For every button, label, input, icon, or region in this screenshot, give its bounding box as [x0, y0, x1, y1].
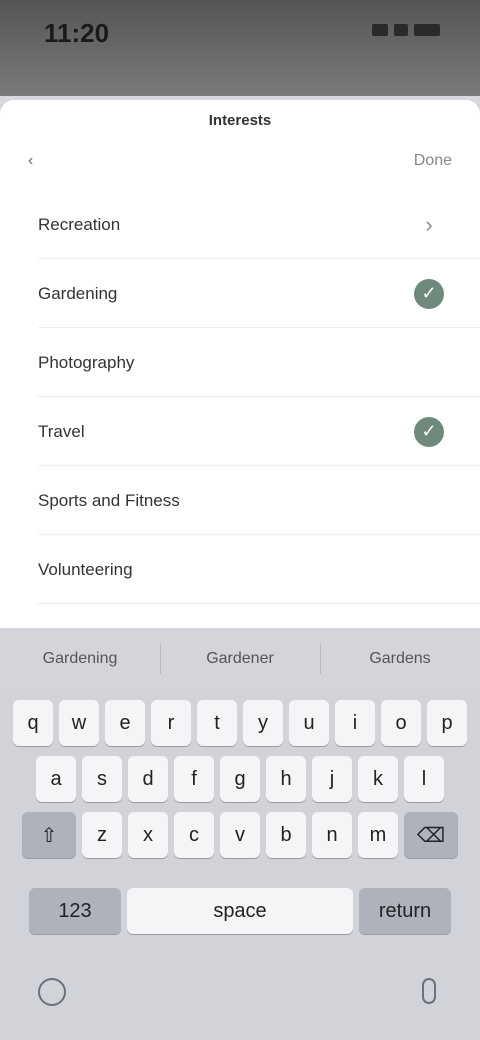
key[interactable]: m [358, 812, 398, 858]
interest-list: Recreation › Gardening ✓ Photography Tra… [0, 190, 480, 604]
key[interactable]: w [59, 700, 99, 746]
signal-icon [372, 24, 388, 36]
back-button[interactable]: ‹ [28, 152, 33, 170]
done-button[interactable]: Done [414, 152, 452, 170]
space-key[interactable]: space [127, 888, 353, 934]
list-item[interactable]: Gardening ✓ [0, 259, 480, 328]
key[interactable]: z [82, 812, 122, 858]
key[interactable]: k [358, 756, 398, 802]
key[interactable]: i [335, 700, 375, 746]
key[interactable]: e [105, 700, 145, 746]
key[interactable]: l [404, 756, 444, 802]
key[interactable]: b [266, 812, 306, 858]
key[interactable]: s [82, 756, 122, 802]
list-item[interactable]: Photography [0, 328, 480, 397]
key[interactable]: x [128, 812, 168, 858]
key[interactable]: h [266, 756, 306, 802]
key[interactable]: r [151, 700, 191, 746]
list-item[interactable]: Recreation › [0, 190, 480, 259]
microphone-icon[interactable] [422, 978, 436, 1004]
key[interactable]: y [243, 700, 283, 746]
key[interactable]: g [220, 756, 260, 802]
unchecked-icon [414, 486, 444, 516]
suggestion-bar: Gardening Gardener Gardens [0, 628, 480, 690]
key[interactable]: f [174, 756, 214, 802]
key[interactable]: o [381, 700, 421, 746]
list-item[interactable]: Travel ✓ [0, 397, 480, 466]
sheet-title: Interests [208, 112, 272, 129]
key[interactable]: t [197, 700, 237, 746]
key[interactable]: p [427, 700, 467, 746]
suggestion[interactable]: Gardens [320, 644, 480, 674]
status-time: 11:20 [44, 18, 110, 48]
key-row-2: a s d f g h j k l [0, 756, 480, 802]
list-item-label: Recreation [38, 214, 121, 234]
status-icons [372, 24, 440, 36]
wifi-icon [394, 24, 408, 36]
key[interactable]: v [220, 812, 260, 858]
list-item[interactable]: Volunteering [0, 535, 480, 604]
status-bar: 11:20 [0, 0, 480, 96]
list-item-label: Travel [38, 421, 85, 441]
globe-icon[interactable] [38, 978, 66, 1006]
interests-sheet: Interests ‹ Done Recreation › Gardening … [0, 100, 480, 628]
unchecked-icon [414, 348, 444, 378]
key[interactable]: a [36, 756, 76, 802]
suggestion[interactable]: Gardener [160, 644, 320, 674]
key-row-1: q w e r t y u i o p [0, 700, 480, 746]
unchecked-icon [414, 555, 444, 585]
key[interactable]: n [312, 812, 352, 858]
key[interactable]: c [174, 812, 214, 858]
checkmark-icon: ✓ [414, 416, 444, 447]
key[interactable]: j [312, 756, 352, 802]
chevron-right-icon: › [425, 211, 433, 237]
battery-icon [414, 24, 440, 36]
list-item-label: Sports and Fitness [38, 490, 180, 510]
key-row-4: 123 space return [0, 888, 480, 934]
list-item-label: Photography [38, 352, 135, 372]
suggestion[interactable]: Gardening [0, 650, 160, 668]
key[interactable]: d [128, 756, 168, 802]
shift-key[interactable]: ⇧ [22, 812, 76, 858]
numbers-key[interactable]: 123 [29, 888, 121, 934]
key[interactable]: u [289, 700, 329, 746]
keyboard: Gardening Gardener Gardens q w e r t y u… [0, 628, 480, 1040]
return-key[interactable]: return [359, 888, 451, 934]
list-item[interactable]: Sports and Fitness [0, 466, 480, 535]
delete-key[interactable]: ⌫ [404, 812, 458, 858]
checkmark-icon: ✓ [414, 278, 444, 309]
key-row-3: ⇧ z x c v b n m ⌫ [0, 812, 480, 858]
list-item-label: Gardening [38, 283, 118, 303]
key[interactable]: q [13, 700, 53, 746]
list-item-label: Volunteering [38, 559, 133, 579]
